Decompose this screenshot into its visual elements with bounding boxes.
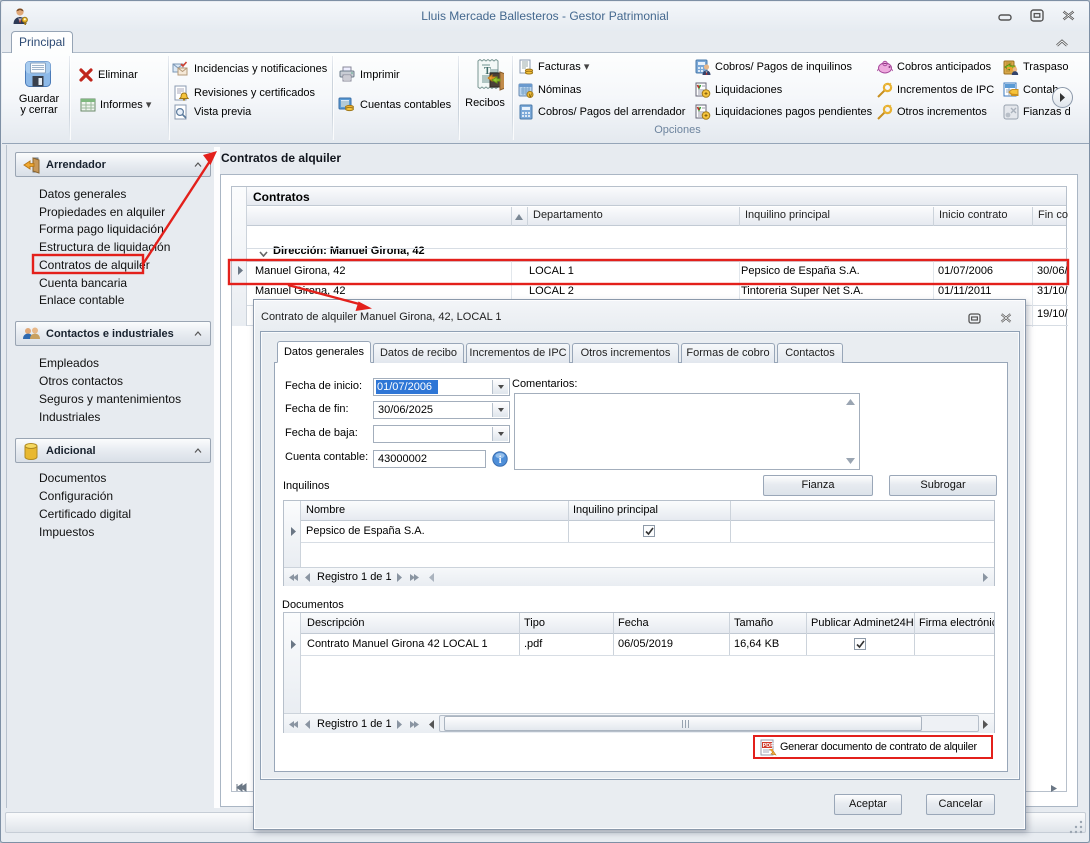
svg-text:PDF: PDF bbox=[763, 743, 775, 749]
svg-text:i: i bbox=[499, 455, 502, 466]
